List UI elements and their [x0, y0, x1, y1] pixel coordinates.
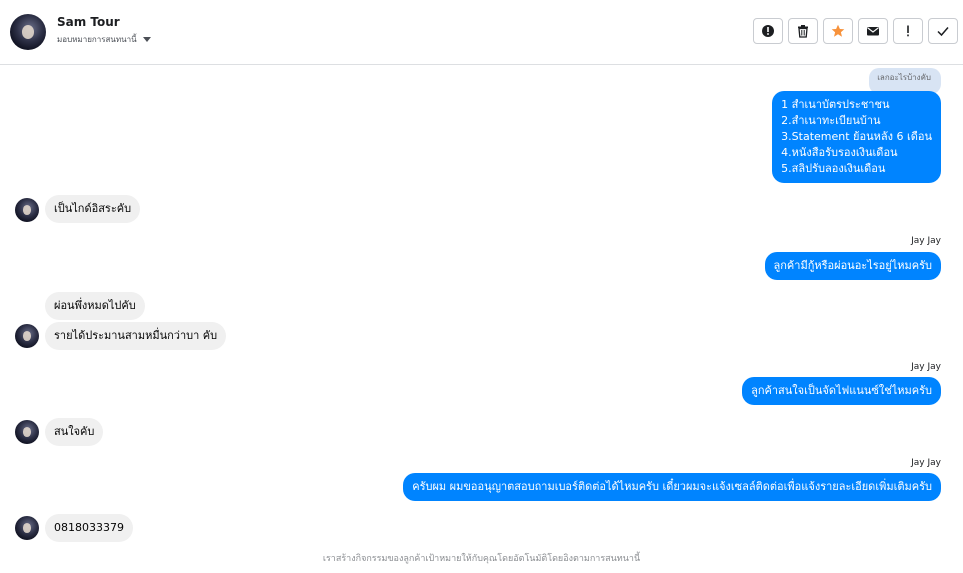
contact-avatar-small[interactable] — [15, 516, 39, 540]
assign-conversation-dropdown[interactable]: มอบหมายการสนทนานี้ — [57, 33, 151, 46]
incoming-message[interactable]: 0818033379 — [45, 514, 133, 542]
incoming-message[interactable]: เป็นไกด์อิสระคับ — [45, 195, 141, 223]
alert-circle-icon — [762, 25, 774, 37]
contact-avatar-small[interactable] — [15, 324, 39, 348]
outgoing-message[interactable]: 1 สำเนาบัตรประชาชน 2.สำเนาทะเบียนบ้าน 3.… — [772, 91, 941, 183]
incoming-message[interactable]: ผ่อนพึ่งหมดไปคับ — [45, 292, 145, 320]
assign-label: มอบหมายการสนทนานี้ — [57, 35, 137, 44]
sender-name: Jay Jay — [911, 362, 941, 372]
incoming-message[interactable]: สนใจคับ — [45, 418, 104, 446]
done-button[interactable] — [928, 18, 958, 44]
action-toolbar — [753, 18, 958, 44]
spam-button[interactable] — [753, 18, 783, 44]
message-thread[interactable]: เลกอะไรบ้างคับ 1 สำเนาบัตรประชาชน 2.สำเน… — [0, 66, 963, 573]
sender-name: Jay Jay — [911, 458, 941, 468]
contact-name[interactable]: Sam Tour — [57, 15, 120, 29]
follow-up-button[interactable] — [893, 18, 923, 44]
outgoing-message[interactable]: ลูกค้าสนใจเป็นจัดไฟแนนซ์ใช่ไหมครับ — [742, 377, 941, 405]
sender-name: Jay Jay — [911, 236, 941, 246]
message-line: 4.หนังสือรับรองเงินเดือน — [781, 146, 898, 159]
star-button[interactable] — [823, 18, 853, 44]
contact-avatar-small[interactable] — [15, 198, 39, 222]
trash-icon — [798, 25, 808, 38]
outgoing-message[interactable]: ลูกค้ามีกู้หรือผ่อนอะไรอยู่ไหมครับ — [764, 252, 941, 280]
message-line: 5.สลิปรับลองเงินเดือน — [781, 162, 886, 175]
caret-down-icon — [142, 37, 151, 42]
exclamation-icon — [907, 25, 909, 37]
check-icon — [937, 27, 949, 37]
activity-note: เราสร้างกิจกรรมของลูกค้าเป้าหมายให้กับคุ… — [322, 554, 641, 564]
delete-button[interactable] — [788, 18, 818, 44]
message-line: 2.สำเนาทะเบียนบ้าน — [781, 114, 881, 127]
contact-avatar-small[interactable] — [15, 420, 39, 444]
mark-unread-button[interactable] — [858, 18, 888, 44]
envelope-icon — [867, 27, 879, 36]
incoming-message[interactable]: รายได้ประมานสามหมื่นกว่าบา คับ — [45, 322, 227, 350]
message-line: 3.Statement ย้อนหลัง 6 เดือน — [781, 130, 932, 143]
contact-avatar[interactable] — [10, 14, 46, 50]
star-icon — [831, 24, 845, 37]
conversation-header: Sam Tour มอบหมายการสนทนานี้ — [0, 0, 963, 65]
outgoing-message[interactable]: ครับผม ผมขออนุญาตสอบถามเบอร์ติดต่อได้ไหม… — [403, 473, 941, 501]
message-line: 1 สำเนาบัตรประชาชน — [781, 98, 890, 111]
